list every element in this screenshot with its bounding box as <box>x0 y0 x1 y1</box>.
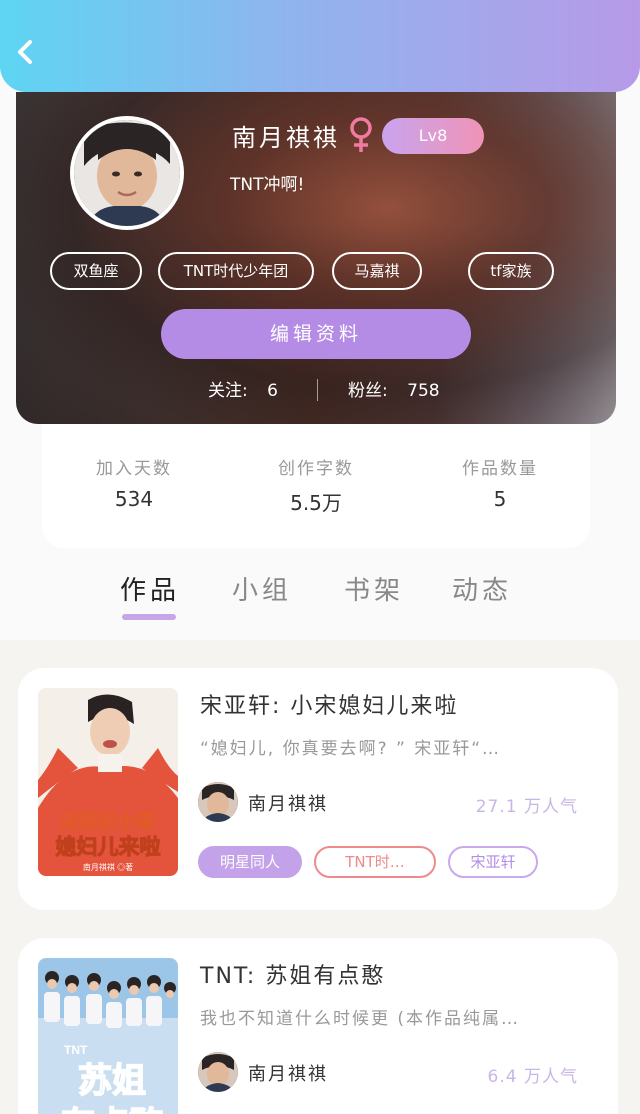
profile-tabs: 作品 小组 书架 动态 <box>0 560 640 630</box>
popularity-count: 6.4 万人气 <box>487 1067 578 1087</box>
work-tag[interactable]: 明星同人 <box>198 846 302 878</box>
female-gender-icon <box>346 116 376 154</box>
top-bar <box>0 0 640 92</box>
fans-stat[interactable]: 粉丝: 758 <box>348 376 440 401</box>
fans-count: 758 <box>407 381 440 401</box>
popularity-count: 27.1 万人气 <box>475 797 578 817</box>
work-tag[interactable]: TNT时… <box>314 846 436 878</box>
work-tag[interactable]: 宋亚轩 <box>448 846 538 878</box>
user-nickname: 南月祺祺 <box>232 124 340 152</box>
cover-badge: TNT <box>64 1043 88 1057</box>
profile-tag[interactable]: 马嘉祺 <box>332 252 422 290</box>
stat-label: 作品数量 <box>462 459 538 479</box>
back-button[interactable] <box>10 34 40 70</box>
author-avatar[interactable] <box>198 782 238 822</box>
work-card[interactable]: 宋亚轩小宋 媳妇儿来啦 南月祺祺 ◎著 宋亚轩: 小宋媳妇儿来啦 “媳妇儿, 你… <box>18 668 618 910</box>
work-excerpt: “媳妇儿, 你真要去啊? ” 宋亚轩“… <box>200 739 502 759</box>
profile-card: 南月祺祺 Lv8 TNT冲啊! 双鱼座 TNT时代少年团 马嘉祺 tf家族 编辑… <box>16 92 616 424</box>
cover-byline: 南月祺祺 ◎著 <box>83 862 133 872</box>
profile-tag[interactable]: TNT时代少年团 <box>158 252 314 290</box>
stat-value: 534 <box>114 487 154 511</box>
edit-profile-button[interactable]: 编辑资料 <box>161 309 471 359</box>
tab-groups[interactable]: 小组 <box>232 570 292 607</box>
work-cover: 宋亚轩小宋 媳妇儿来啦 南月祺祺 ◎著 <box>38 688 178 876</box>
active-tab-indicator <box>122 614 176 620</box>
stat-works-count: 作品数量 5 <box>420 454 580 511</box>
profile-tag[interactable]: 双鱼座 <box>50 252 142 290</box>
work-cover: TNT 苏姐 有点憨 <box>38 958 178 1114</box>
work-title: TNT: 苏姐有点憨 <box>200 964 386 989</box>
fans-label: 粉丝: <box>348 381 388 401</box>
avatar-portrait-icon <box>74 120 180 226</box>
following-stat[interactable]: 关注: 6 <box>208 376 278 401</box>
avatar-portrait-icon <box>198 782 238 822</box>
stat-value: 5.5万 <box>290 491 342 515</box>
profile-tags: 双鱼座 TNT时代少年团 马嘉祺 tf家族 <box>50 252 590 292</box>
cover-title-line: 宋亚轩小宋 <box>59 810 155 833</box>
work-tags: 明星同人 TNT时… 宋亚轩 <box>198 846 598 878</box>
work-excerpt: 我也不知道什么时候更 (本作品纯属… <box>200 1009 521 1029</box>
following-count: 6 <box>267 381 278 401</box>
author-name: 南月祺祺 <box>248 794 328 815</box>
follow-stats: 关注: 6 粉丝: 758 <box>16 376 616 406</box>
stat-word-count: 创作字数 5.5万 <box>236 454 396 516</box>
stats-card: 加入天数 534 创作字数 5.5万 作品数量 5 <box>42 424 590 548</box>
following-label: 关注: <box>208 381 248 401</box>
tab-works[interactable]: 作品 <box>120 570 180 607</box>
profile-tag[interactable]: tf家族 <box>468 252 554 290</box>
chevron-left-icon <box>18 40 32 64</box>
cover-illustration: TNT 苏姐 有点憨 <box>38 958 178 1114</box>
user-avatar[interactable] <box>70 116 184 230</box>
stat-label: 创作字数 <box>278 459 354 479</box>
work-title: 宋亚轩: 小宋媳妇儿来啦 <box>200 694 459 719</box>
author-avatar[interactable] <box>198 1052 238 1092</box>
work-card[interactable]: TNT 苏姐 有点憨 TNT: 苏姐有点憨 我也不知道什么时候更 (本作品纯属…… <box>18 938 618 1114</box>
cover-title-line: 媳妇儿来啦 <box>56 835 161 859</box>
stat-label: 加入天数 <box>96 459 172 479</box>
stat-value: 5 <box>493 487 507 511</box>
cover-title-line: 苏姐 <box>78 1062 146 1100</box>
stat-join-days: 加入天数 534 <box>54 454 214 511</box>
cover-illustration: 宋亚轩小宋 媳妇儿来啦 南月祺祺 ◎著 <box>38 688 178 876</box>
tab-activity[interactable]: 动态 <box>452 570 512 607</box>
author-name: 南月祺祺 <box>248 1064 328 1085</box>
follow-divider <box>317 379 318 401</box>
avatar-portrait-icon <box>198 1052 238 1092</box>
tab-bookshelf[interactable]: 书架 <box>344 570 404 607</box>
user-signature: TNT冲啊! <box>230 175 305 195</box>
level-badge: Lv8 <box>382 118 484 154</box>
cover-title-line: 有点憨 <box>61 1106 164 1114</box>
